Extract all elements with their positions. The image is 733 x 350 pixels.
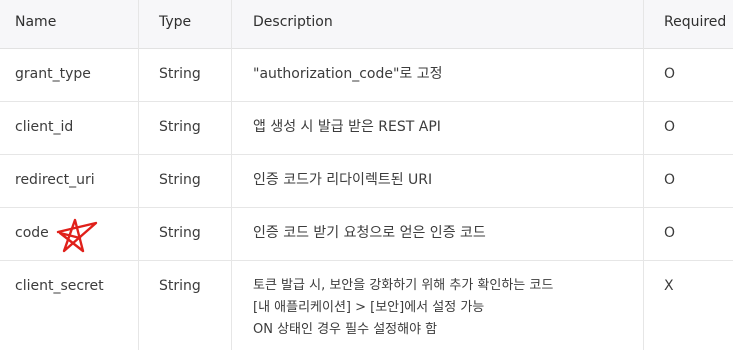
param-type: String — [159, 66, 201, 82]
param-description: "authorization_code"로 고정 — [253, 66, 443, 82]
column-divider — [138, 0, 139, 350]
header-type: Type — [159, 14, 192, 30]
param-name: client_secret — [15, 278, 104, 294]
param-required: O — [664, 66, 676, 82]
param-type: String — [159, 172, 201, 188]
param-required: O — [664, 172, 676, 188]
column-divider — [643, 0, 644, 350]
table-row: client_secret String 토큰 발급 시, 보안을 강화하기 위… — [0, 261, 733, 350]
description-line: ON 상태인 경우 필수 설정해야 함 — [253, 322, 438, 337]
param-type: String — [159, 119, 201, 135]
parameter-table: Name Type Description Required grant_typ… — [0, 0, 733, 350]
header-description: Description — [253, 14, 333, 30]
header-name: Name — [15, 14, 57, 30]
description-line: [내 애플리케이션] > [보안]에서 설정 가능 — [253, 300, 485, 315]
param-required: O — [664, 225, 676, 241]
header-required: Required — [664, 14, 727, 30]
table-row: client_id String 앱 생성 시 발급 받은 REST API O — [0, 102, 733, 155]
table-header-row: Name Type Description Required — [0, 0, 733, 49]
column-divider — [231, 0, 232, 350]
param-name: redirect_uri — [15, 172, 95, 188]
param-name: client_id — [15, 119, 74, 135]
table-row: redirect_uri String 인증 코드가 리다이렉트된 URI O — [0, 155, 733, 208]
param-description: 인증 코드 받기 요청으로 얻은 인증 코드 — [253, 225, 486, 241]
param-required: X — [664, 278, 674, 294]
param-name: grant_type — [15, 66, 91, 82]
param-type: String — [159, 225, 201, 241]
description-line: 토큰 발급 시, 보안을 강화하기 위해 추가 확인하는 코드 — [253, 278, 554, 293]
table-row: grant_type String "authorization_code"로 … — [0, 49, 733, 102]
table-row: code String 인증 코드 받기 요청으로 얻은 인증 코드 O — [0, 208, 733, 261]
hand-drawn-star-icon — [56, 218, 98, 253]
param-description: 토큰 발급 시, 보안을 강화하기 위해 추가 확인하는 코드 [내 애플리케이… — [253, 275, 553, 341]
param-description: 앱 생성 시 발급 받은 REST API — [253, 119, 441, 135]
param-name: code — [15, 225, 49, 241]
param-required: O — [664, 119, 676, 135]
param-type: String — [159, 278, 201, 294]
param-description: 인증 코드가 리다이렉트된 URI — [253, 172, 433, 188]
